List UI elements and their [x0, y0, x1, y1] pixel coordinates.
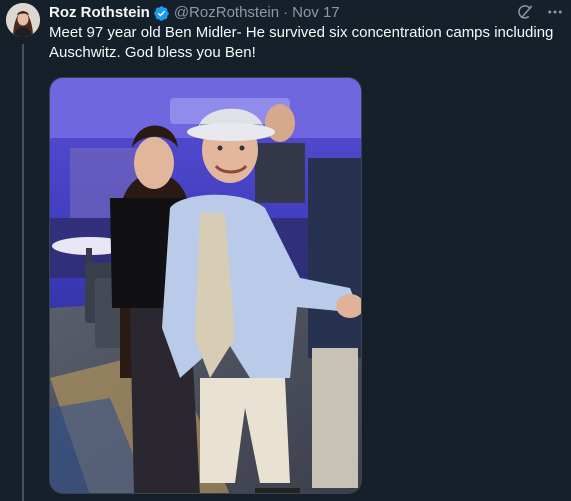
author-avatar[interactable] — [6, 3, 40, 37]
more-options-icon[interactable] — [545, 2, 565, 22]
tweet-top-actions — [515, 2, 565, 22]
thread-line — [22, 44, 24, 501]
header-separator: · — [283, 4, 289, 21]
tweet-text: Meet 97 year old Ben Midler- He survived… — [49, 24, 554, 61]
tweet-header: Roz Rothstein @RozRothstein · Nov 17 — [49, 4, 340, 22]
verified-badge-icon — [153, 5, 170, 22]
photo-image — [50, 78, 361, 493]
tweet-date[interactable]: Nov 17 — [292, 4, 340, 22]
grok-icon[interactable] — [515, 2, 535, 22]
author-display-name[interactable]: Roz Rothstein — [49, 4, 150, 22]
tweet: Roz Rothstein @RozRothstein · Nov 17 Mee — [0, 0, 571, 501]
tweet-photo[interactable] — [49, 77, 362, 494]
author-handle[interactable]: @RozRothstein — [174, 4, 279, 22]
avatar-image — [6, 3, 40, 37]
